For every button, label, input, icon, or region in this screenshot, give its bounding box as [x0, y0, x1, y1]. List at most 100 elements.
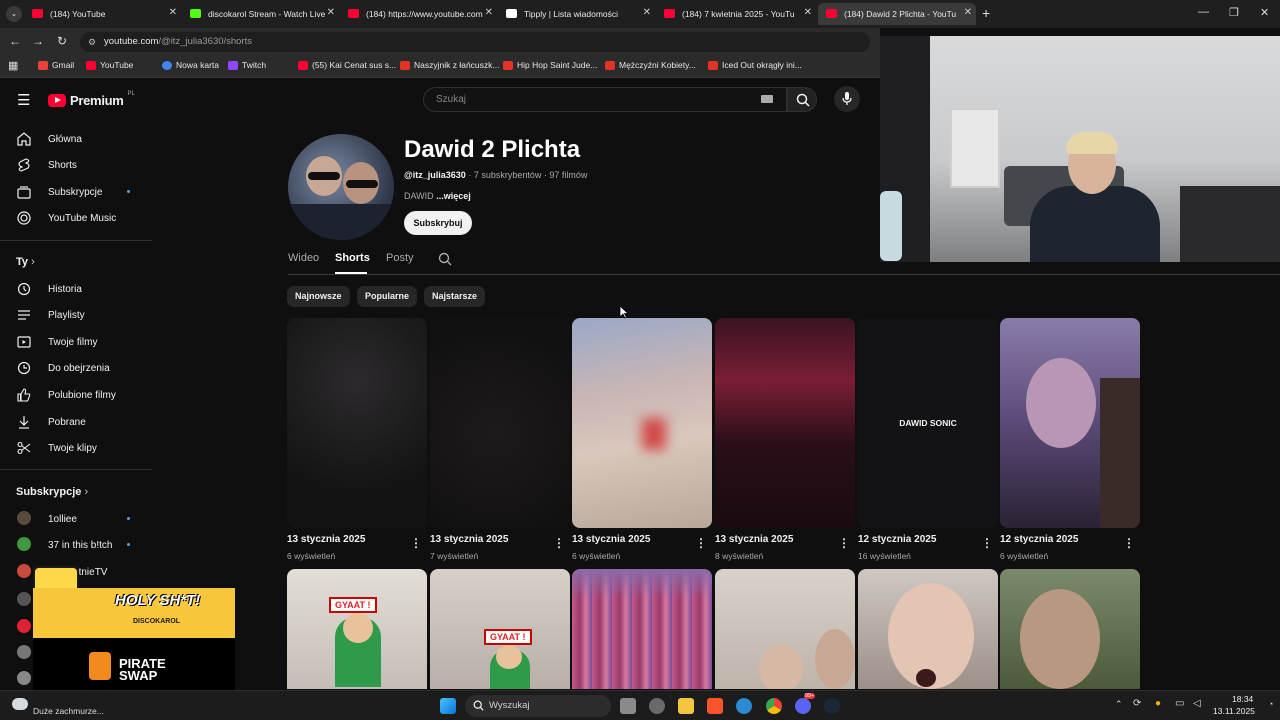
weather-widget[interactable]: Duże zachmurze... [4, 694, 124, 718]
discord-icon[interactable]: 99+ [795, 693, 816, 714]
sort-chip-popular[interactable]: Popularne [357, 286, 418, 307]
browser-tab[interactable]: (184) YouTube ✕ [24, 3, 181, 25]
sidebar-item-shorts[interactable]: Shorts [0, 152, 150, 178]
network-icon[interactable]: ▭ [1175, 698, 1184, 709]
avatar[interactable] [17, 592, 31, 606]
taskbar-search[interactable]: Wyszukaj [465, 695, 611, 717]
bookmark[interactable]: Naszyjnik z łańcuszk... [400, 60, 500, 70]
volume-icon[interactable]: ◁ [1193, 698, 1201, 709]
sidebar-item-liked-videos[interactable]: Polubione filmy [0, 382, 150, 408]
close-window-icon[interactable]: ✕ [1260, 6, 1269, 19]
reload-icon[interactable]: ↻ [57, 34, 67, 48]
short-thumbnail[interactable] [287, 318, 427, 528]
chrome-icon[interactable] [766, 698, 782, 714]
new-tab-button[interactable]: + [982, 5, 990, 21]
more-options-icon[interactable]: ⋮ [410, 536, 422, 550]
close-tab-icon[interactable]: ✕ [169, 7, 177, 18]
channel-description[interactable]: DAWID ...więcej [404, 191, 471, 201]
sidebar-subscription[interactable]: 1olliee [0, 506, 150, 532]
sync-icon[interactable]: ⟳ [1133, 698, 1141, 709]
search-button[interactable] [787, 87, 817, 112]
sidebar-item-youtube-music[interactable]: YouTube Music [0, 205, 150, 231]
channel-search-icon[interactable] [438, 252, 452, 266]
sidebar-item-playlists[interactable]: Playlisty [0, 302, 150, 328]
more-options-icon[interactable]: ⋮ [553, 536, 565, 550]
browser-tab-active[interactable]: (184) Dawid 2 Plichta - YouTube ✕ [818, 3, 976, 25]
short-thumbnail[interactable] [858, 569, 998, 689]
sort-chip-oldest[interactable]: Najstarsze [424, 286, 486, 307]
minimize-icon[interactable]: — [1198, 6, 1209, 18]
short-thumbnail[interactable]: GYAAT ! [430, 569, 570, 689]
short-thumbnail[interactable] [1000, 318, 1140, 528]
avatar[interactable] [17, 645, 31, 659]
clock-date[interactable]: 13.11.2025 [1213, 706, 1255, 716]
short-thumbnail[interactable] [572, 318, 712, 528]
tab-posts[interactable]: Posty [386, 252, 414, 264]
close-tab-icon[interactable]: ✕ [327, 7, 335, 18]
avatar[interactable] [17, 671, 31, 685]
short-thumbnail[interactable] [715, 569, 855, 689]
close-tab-icon[interactable]: ✕ [643, 7, 651, 18]
bookmark[interactable]: Gmail [38, 60, 74, 70]
windows-start-icon[interactable] [440, 698, 456, 714]
short-thumbnail[interactable]: DAWID SONIC [858, 318, 998, 528]
tab-videos[interactable]: Wideo [288, 252, 319, 264]
ccleaner-icon[interactable] [736, 698, 752, 714]
widgets-icon[interactable] [649, 698, 665, 714]
sidebar-item-home[interactable]: Główna [0, 126, 150, 152]
task-view-icon[interactable] [620, 698, 636, 714]
bookmark[interactable]: YouTube [86, 60, 133, 70]
file-explorer-icon[interactable] [678, 698, 694, 714]
sidebar-item-watch-later[interactable]: Do obejrzenia [0, 355, 150, 381]
bookmark[interactable]: (55) Kai Cenat sus s... [298, 60, 396, 70]
steam-icon[interactable] [824, 698, 840, 714]
apps-grid-icon[interactable]: ▦ [8, 59, 18, 72]
keyboard-icon[interactable] [761, 95, 773, 103]
subscribe-button[interactable]: Subskrybuj [404, 211, 472, 235]
site-info-icon[interactable]: ⚙ [88, 32, 96, 52]
close-tab-icon[interactable]: ✕ [964, 7, 972, 18]
browser-tab[interactable]: (184) https://www.youtube.com ✕ [340, 3, 497, 25]
tab-search-button[interactable]: ⌄ [6, 6, 22, 22]
clock-time[interactable]: 18:34 [1232, 694, 1253, 704]
sidebar-item-downloads[interactable]: Pobrane [0, 409, 150, 435]
short-thumbnail[interactable]: GYAAT ! [287, 569, 427, 689]
hamburger-menu-icon[interactable]: ☰ [17, 91, 30, 109]
more-options-icon[interactable]: ⋮ [981, 536, 993, 550]
short-thumbnail[interactable] [430, 318, 570, 528]
sidebar-item-subscriptions[interactable]: Subskrypcje [0, 179, 150, 205]
more-options-icon[interactable]: ⋮ [838, 536, 850, 550]
sort-chip-newest[interactable]: Najnowsze [287, 286, 350, 307]
sidebar-subscriptions-header[interactable]: Subskrypcje › [16, 486, 88, 498]
browser-tab[interactable]: discokarol Stream - Watch Live ✕ [182, 3, 339, 25]
bookmark[interactable]: Nowa karta [162, 60, 219, 70]
youtube-premium-logo[interactable]: Premium PL [48, 91, 135, 108]
sidebar-subscription[interactable]: 37 in this b!tch [0, 532, 150, 558]
browser-tab[interactable]: Tipply | Lista wiadomości ✕ [498, 3, 655, 25]
sidebar-you-header[interactable]: Ty › [16, 256, 35, 268]
more-link[interactable]: ...więcej [436, 191, 471, 201]
avatar[interactable] [17, 619, 31, 633]
bookmark[interactable]: Twitch [228, 60, 266, 70]
close-tab-icon[interactable]: ✕ [485, 7, 493, 18]
bookmark[interactable]: Hip Hop Saint Jude... [503, 60, 597, 70]
sidebar-item-history[interactable]: Historia [0, 276, 150, 302]
short-thumbnail[interactable] [1000, 569, 1140, 689]
search-input[interactable]: Szukaj [423, 87, 787, 112]
bookmark[interactable]: Mężczyźni Kobiety... [605, 60, 696, 70]
bookmark[interactable]: Iced Out okrągły ini... [708, 60, 802, 70]
short-thumbnail[interactable] [572, 569, 712, 689]
browser-tab[interactable]: (184) 7 kwietnia 2025 - YouTube ✕ [656, 3, 816, 25]
chevron-up-icon[interactable]: ⌃ [1115, 699, 1123, 710]
back-icon[interactable]: ← [9, 34, 21, 48]
brave-icon[interactable] [707, 698, 723, 714]
notifications-icon[interactable]: ◔ [1268, 699, 1273, 709]
sidebar-item-your-videos[interactable]: Twoje filmy [0, 329, 150, 355]
tab-shorts[interactable]: Shorts [335, 252, 370, 264]
microphone-icon[interactable]: ● [1155, 698, 1161, 709]
short-thumbnail[interactable] [715, 318, 855, 528]
sidebar-item-your-clips[interactable]: Twoje klipy [0, 435, 150, 461]
voice-search-button[interactable] [834, 86, 860, 112]
more-options-icon[interactable]: ⋮ [695, 536, 707, 550]
more-options-icon[interactable]: ⋮ [1123, 536, 1135, 550]
